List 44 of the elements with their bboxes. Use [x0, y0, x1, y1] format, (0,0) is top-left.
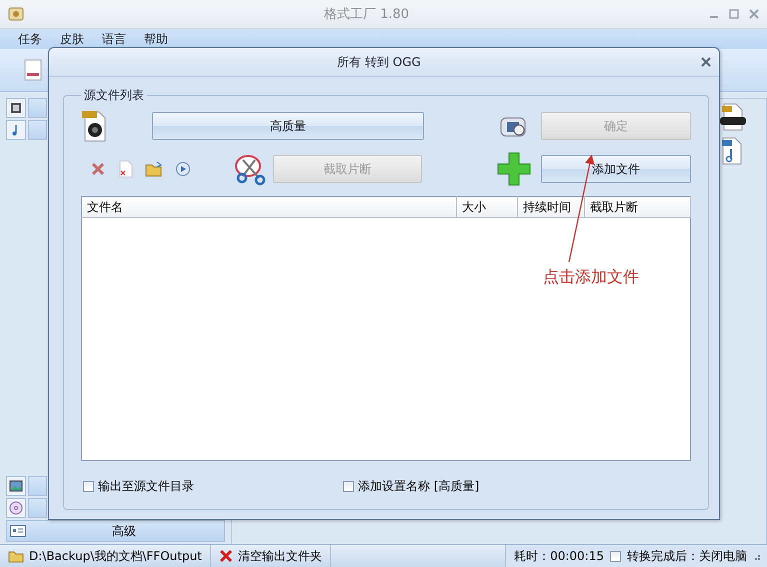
column-header[interactable]: 大小 — [456, 196, 518, 218]
disc-icon[interactable] — [9, 501, 23, 515]
checkbox[interactable] — [343, 480, 354, 492]
close-icon[interactable] — [749, 9, 759, 19]
annotation-text: 点击添加文件 — [543, 267, 639, 288]
mp3-file-icon[interactable] — [720, 137, 742, 165]
remove-file-icon[interactable] — [117, 160, 133, 178]
dialog-title: 所有 转到 OGG — [336, 54, 422, 70]
window-title: 格式工厂 1.80 — [322, 6, 410, 23]
checkbox[interactable] — [610, 550, 621, 562]
add-icon[interactable] — [497, 152, 531, 186]
group-title: 源文件列表 — [83, 87, 145, 104]
close-icon[interactable] — [701, 57, 711, 67]
column-header[interactable]: 截取片断 — [584, 196, 690, 218]
mp4-file-icon[interactable] — [720, 103, 746, 131]
folder-icon[interactable] — [145, 161, 163, 177]
elapsed-time: 耗时：00:00:15 — [514, 548, 604, 564]
remove-icon[interactable] — [22, 59, 44, 81]
play-icon[interactable] — [175, 161, 191, 177]
delete-icon — [218, 549, 233, 563]
add-file-button[interactable]: 添加文件 — [541, 155, 691, 183]
video-icon[interactable] — [9, 101, 23, 115]
column-header[interactable]: 文件名 — [82, 196, 456, 218]
picture-icon[interactable] — [9, 479, 23, 493]
output-path[interactable]: D:\Backup\我的文档\FFOutput — [29, 548, 202, 564]
app-icon — [8, 6, 24, 22]
column-header[interactable]: 持续时间 — [518, 196, 584, 218]
scissors-icon[interactable] — [233, 152, 267, 186]
folder-icon[interactable] — [8, 549, 24, 563]
quality-button[interactable]: 高质量 — [152, 112, 424, 140]
ogg-file-icon — [81, 110, 107, 142]
clear-output-button[interactable]: 清空输出文件夹 — [210, 545, 331, 567]
delete-icon[interactable] — [91, 162, 105, 176]
option-label[interactable]: 添加设置名称 [高质量] — [358, 478, 480, 494]
shutdown-label[interactable]: 转换完成后：关闭电脑 — [627, 548, 747, 564]
checkbox[interactable] — [83, 480, 94, 492]
option-label[interactable]: 输出至源文件目录 — [98, 478, 194, 494]
menu-item[interactable]: 帮助 — [144, 30, 168, 48]
document-icon — [10, 525, 26, 537]
menu-item[interactable]: 任务 — [18, 30, 42, 48]
menu-item[interactable]: 皮肤 — [60, 30, 84, 48]
menu-item[interactable]: 语言 — [102, 30, 126, 48]
advanced-button[interactable]: 高级 — [6, 520, 225, 542]
maximize-icon[interactable] — [729, 9, 739, 19]
